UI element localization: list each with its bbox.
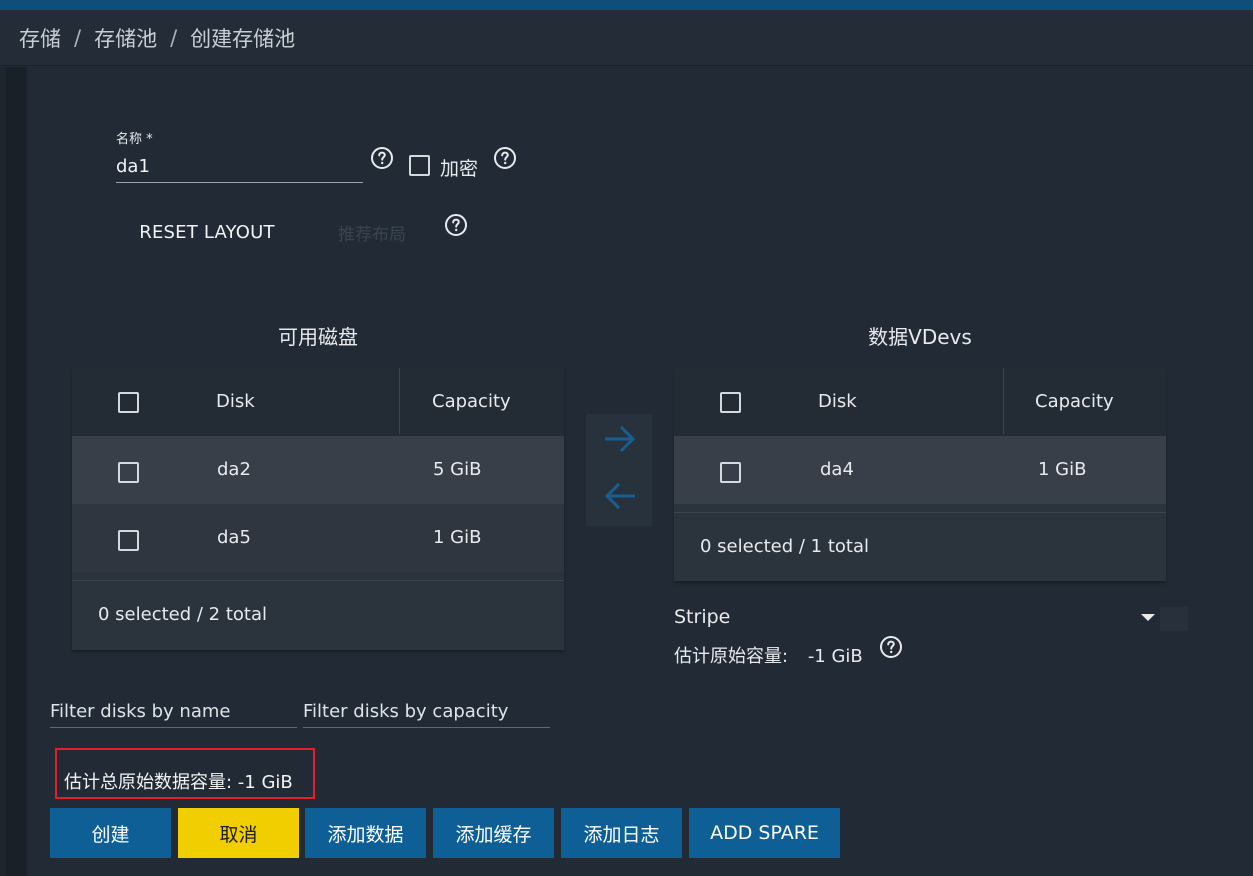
table-header: Disk Capacity <box>674 368 1166 436</box>
disk-name: da5 <box>217 527 251 548</box>
estimated-raw-capacity-value: -1 GiB <box>807 646 863 667</box>
breadcrumb-separator: / <box>170 25 178 50</box>
breadcrumb-separator: / <box>74 25 82 50</box>
data-vdevs-table: Disk Capacity da4 1 GiB 0 selected / 1 t… <box>674 368 1166 581</box>
disk-name: da2 <box>217 459 251 480</box>
disk-capacity: 1 GiB <box>433 527 482 548</box>
cancel-button[interactable]: 取消 <box>178 808 299 858</box>
data-vdevs-title: 数据VDevs <box>868 325 972 349</box>
encrypt-checkbox[interactable] <box>409 155 430 176</box>
side-panel-strip <box>0 67 28 876</box>
create-button[interactable]: 创建 <box>50 808 171 858</box>
suggest-layout-button[interactable]: 推荐布局 <box>322 213 422 251</box>
vdev-layout-select[interactable]: Stripe <box>674 606 730 628</box>
breadcrumb-storage[interactable]: 存储 <box>19 23 61 53</box>
row-checkbox[interactable] <box>118 462 139 483</box>
add-log-button[interactable]: 添加日志 <box>561 808 682 858</box>
help-icon[interactable] <box>370 146 394 170</box>
estimated-raw-capacity-label: 估计原始容量: <box>674 646 789 667</box>
dropdown-arrow-icon[interactable] <box>1141 614 1155 621</box>
breadcrumb-create-pool: 创建存储池 <box>190 26 296 51</box>
available-disks-table: Disk Capacity da2 5 GiB da5 1 GiB 0 sele… <box>72 368 564 650</box>
available-disks-title: 可用磁盘 <box>278 325 358 349</box>
disk-name: da4 <box>820 459 854 480</box>
table-row[interactable]: da5 1 GiB <box>72 504 564 572</box>
top-accent-bar <box>0 0 1253 10</box>
column-header-disk[interactable]: Disk <box>216 391 255 412</box>
table-header: Disk Capacity <box>72 368 564 436</box>
column-header-capacity[interactable]: Capacity <box>1035 391 1114 412</box>
name-input[interactable] <box>116 150 363 183</box>
help-icon[interactable] <box>493 146 517 170</box>
column-header-disk[interactable]: Disk <box>818 391 857 412</box>
arrow-right-icon[interactable] <box>603 424 637 454</box>
disk-capacity: 5 GiB <box>433 459 482 480</box>
add-cache-button[interactable]: 添加缓存 <box>433 808 554 858</box>
column-header-capacity[interactable]: Capacity <box>432 391 511 412</box>
reset-layout-button[interactable]: RESET LAYOUT <box>128 213 286 251</box>
breadcrumb-pools[interactable]: 存储池 <box>94 23 157 53</box>
filter-by-capacity-input[interactable] <box>303 696 550 728</box>
filter-by-name-input[interactable] <box>50 696 297 728</box>
help-icon[interactable] <box>879 635 903 659</box>
name-field-label: 名称 * <box>116 132 153 147</box>
help-icon[interactable] <box>444 213 468 237</box>
table-row[interactable]: da2 5 GiB <box>72 436 564 504</box>
estimated-total-capacity: 估计总原始数据容量: -1 GiB <box>55 748 315 799</box>
arrow-left-icon[interactable] <box>603 481 637 511</box>
estimated-total-capacity-text: 估计总原始数据容量: -1 GiB <box>64 771 293 793</box>
select-all-checkbox[interactable] <box>118 392 139 413</box>
layout-select-handle[interactable] <box>1160 607 1188 631</box>
add-data-button[interactable]: 添加数据 <box>305 808 426 858</box>
estimated-raw-capacity: 估计原始容量: -1 GiB <box>674 642 863 668</box>
selection-summary: 0 selected / 1 total <box>700 536 869 557</box>
table-row[interactable]: da4 1 GiB <box>674 436 1166 504</box>
row-checkbox[interactable] <box>720 462 741 483</box>
row-checkbox[interactable] <box>118 530 139 551</box>
add-spare-button[interactable]: ADD SPARE <box>689 808 840 858</box>
transfer-controls <box>586 414 652 526</box>
disk-capacity: 1 GiB <box>1038 459 1087 480</box>
encrypt-label: 加密 <box>440 158 479 180</box>
select-all-checkbox[interactable] <box>720 392 741 413</box>
selection-summary: 0 selected / 2 total <box>98 604 267 625</box>
breadcrumb: 存储 / 存储池 / 创建存储池 <box>0 10 1253 66</box>
